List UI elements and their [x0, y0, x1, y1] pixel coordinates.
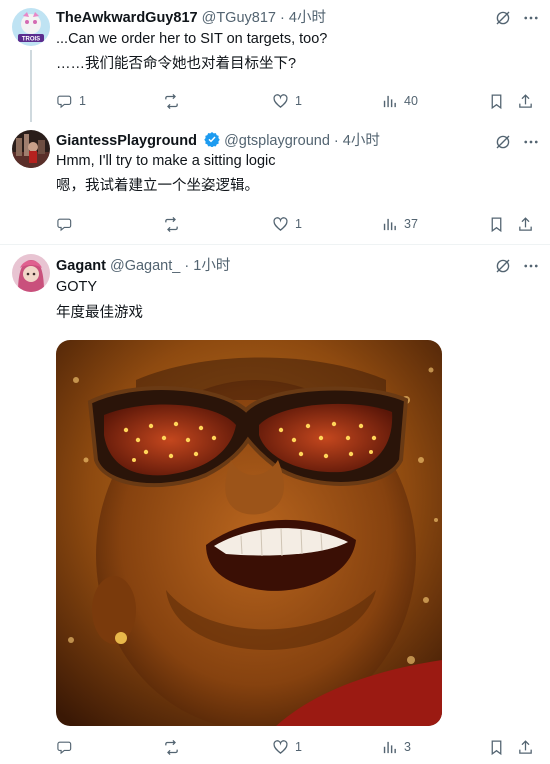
repost-button[interactable] — [163, 737, 186, 757]
post-media-image[interactable] — [56, 340, 442, 726]
bookmark-button[interactable] — [488, 91, 505, 111]
repost-icon — [165, 216, 178, 232]
grok-icon[interactable] — [494, 133, 512, 151]
more-icon[interactable] — [522, 133, 540, 151]
bookmark-icon — [491, 93, 502, 109]
repost-button[interactable] — [163, 91, 186, 111]
share-button[interactable] — [517, 737, 534, 757]
bookmark-icon — [491, 739, 502, 755]
separator-dot: · — [184, 258, 190, 274]
views-icon — [383, 741, 396, 753]
repost-icon — [165, 739, 178, 755]
share-icon — [519, 739, 532, 754]
reply-count: 1 — [79, 94, 86, 108]
more-icon[interactable] — [522, 9, 540, 27]
more-icon[interactable] — [522, 257, 540, 275]
thread-line — [30, 50, 32, 122]
like-icon — [273, 93, 288, 108]
post-2[interactable]: GiantessPlayground @gtsplayground · 4小时 … — [0, 122, 550, 244]
post-time[interactable]: 4小时 — [289, 10, 326, 26]
avatar-gagant[interactable] — [12, 254, 50, 292]
display-name[interactable]: TheAwkwardGuy817 — [56, 10, 198, 26]
bookmark-icon — [491, 216, 502, 232]
post-text-original: GOTY — [56, 279, 98, 295]
share-icon — [519, 93, 532, 108]
reply-icon — [57, 741, 72, 754]
grok-icon[interactable] — [494, 257, 512, 275]
views-count: 3 — [404, 740, 411, 754]
views-button[interactable]: 3 — [381, 737, 411, 757]
avatar-giantessplayground[interactable] — [12, 130, 50, 168]
grok-icon[interactable] — [494, 9, 512, 27]
like-count: 1 — [295, 94, 302, 108]
views-count: 37 — [404, 217, 418, 231]
like-count: 1 — [295, 740, 302, 754]
share-icon — [519, 216, 532, 231]
like-button[interactable]: 1 — [272, 91, 302, 111]
views-icon — [383, 218, 396, 230]
verified-badge-icon — [204, 132, 220, 147]
post-time[interactable]: 4小时 — [343, 133, 380, 149]
post-header: TheAwkwardGuy817 @TGuy817 · 4小时 — [56, 9, 326, 27]
post-text-translation: ……我们能否命令她也对着目标坐下? — [56, 56, 297, 72]
separator-dot: · — [280, 10, 285, 26]
like-count: 1 — [295, 217, 302, 231]
like-icon — [273, 739, 288, 754]
post-actions: 1 3 — [56, 737, 536, 757]
repost-button[interactable] — [163, 214, 186, 234]
post-actions: 1 37 — [56, 214, 536, 234]
post-text-original: ...Can we order her to SIT on targets, t… — [56, 31, 328, 47]
post-text-translation: 年度最佳游戏 — [56, 305, 143, 321]
repost-icon — [165, 93, 178, 109]
post-actions: 1 1 40 — [56, 91, 536, 111]
user-handle[interactable]: @Gagant_ — [110, 258, 180, 274]
display-name[interactable]: Gagant — [56, 258, 106, 274]
user-handle[interactable]: @TGuy817 — [202, 10, 276, 26]
post-header: GiantessPlayground @gtsplayground · 4小时 — [56, 131, 380, 150]
views-count: 40 — [404, 94, 418, 108]
bookmark-button[interactable] — [488, 737, 505, 757]
views-icon — [383, 95, 396, 107]
post-text-original: Hmm, I'll try to make a sitting logic — [56, 153, 276, 169]
reply-button[interactable] — [56, 737, 79, 757]
like-button[interactable]: 1 — [272, 737, 302, 757]
reply-button[interactable] — [56, 214, 79, 234]
svg-text:TROIS: TROIS — [22, 37, 40, 43]
reply-icon — [57, 218, 72, 231]
post-1[interactable]: TROIS TheAwkwardGuy817 @TGuy817 · 4小时 ..… — [0, 0, 550, 122]
post-time[interactable]: 1小时 — [193, 258, 230, 274]
avatar-theawkwardguy817[interactable]: TROIS — [12, 8, 50, 46]
display-name[interactable]: GiantessPlayground — [56, 133, 197, 149]
like-icon — [273, 216, 288, 231]
views-button[interactable]: 40 — [381, 91, 418, 111]
views-button[interactable]: 37 — [381, 214, 418, 234]
separator-dot: · — [333, 133, 339, 149]
like-button[interactable]: 1 — [272, 214, 302, 234]
reply-icon — [57, 95, 72, 108]
share-button[interactable] — [517, 91, 534, 111]
post-header: Gagant @Gagant_ · 1小时 — [56, 257, 230, 275]
reply-button[interactable]: 1 — [56, 91, 86, 111]
post-text-translation: 嗯，我试着建立一个坐姿逻辑。 — [56, 178, 259, 194]
user-handle[interactable]: @gtsplayground — [224, 133, 330, 149]
share-button[interactable] — [517, 214, 534, 234]
bookmark-button[interactable] — [488, 214, 505, 234]
